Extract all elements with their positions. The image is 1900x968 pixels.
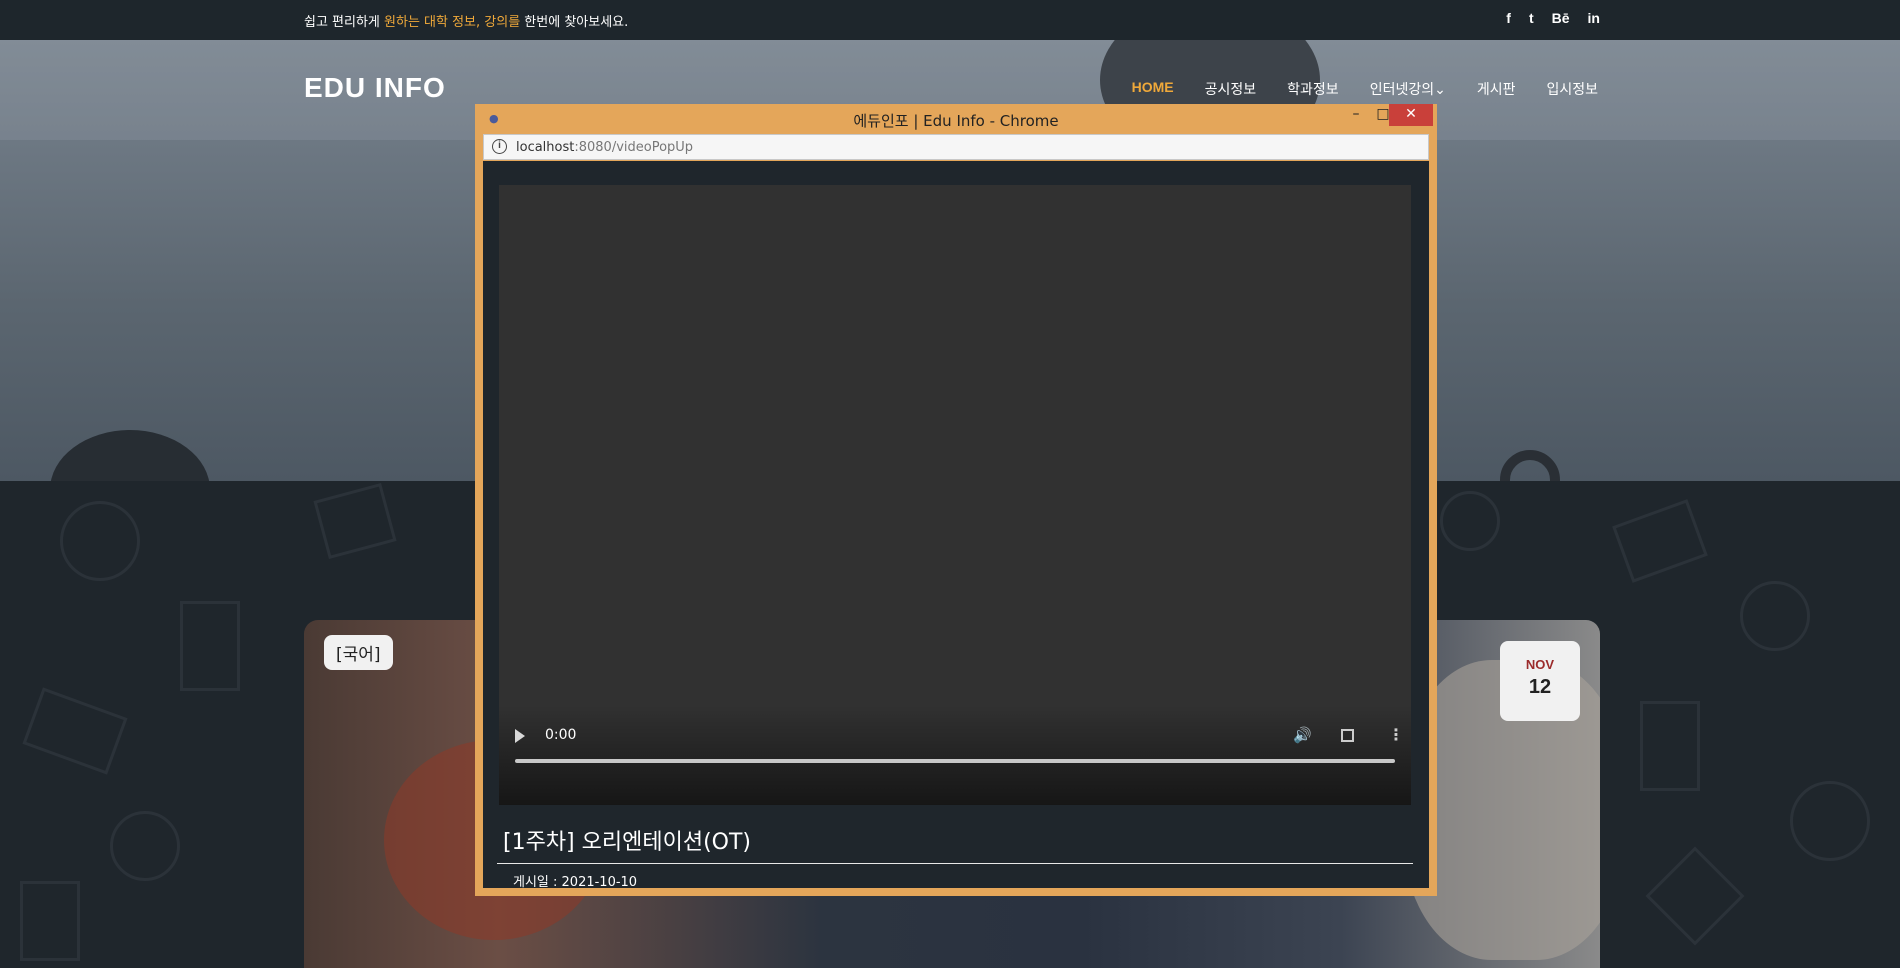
facebook-icon[interactable]: f	[1506, 10, 1511, 26]
hero-figure	[50, 430, 210, 481]
hero-figure	[1500, 450, 1560, 481]
date-badge: NOV 12	[1500, 641, 1580, 721]
play-icon[interactable]	[515, 729, 525, 743]
nav-home[interactable]: HOME	[1132, 79, 1174, 99]
date-day: 12	[1528, 676, 1552, 698]
video-player[interactable]: 0:00 🔊 ⋮	[499, 185, 1411, 805]
tagline-pre: 쉽고 편리하게	[304, 15, 385, 30]
pattern-decoration	[1645, 846, 1745, 946]
nav-admission[interactable]: 입시정보	[1546, 79, 1598, 99]
social-links: f t Bē in	[1506, 10, 1600, 26]
pattern-decoration	[313, 482, 397, 560]
nav-board[interactable]: 게시판	[1477, 79, 1516, 99]
subject-tag: [국어]	[324, 635, 393, 670]
top-info-bar: 쉽고 편리하게 원하는 대학 정보, 강의를 한번에 찾아보세요. f t Bē…	[0, 0, 1900, 40]
tagline-highlight: 원하는 대학 정보, 강의를	[384, 15, 521, 30]
video-progress-bar[interactable]	[515, 759, 1395, 763]
info-icon[interactable]: i	[492, 139, 507, 154]
pattern-decoration	[1740, 581, 1810, 651]
main-nav: HOME 공시정보 학과정보 인터넷강의⌄ 게시판 입시정보	[1132, 79, 1598, 99]
nav-online-lecture[interactable]: 인터넷강의⌄	[1370, 79, 1446, 99]
site-logo[interactable]: EDU INFO	[304, 72, 446, 104]
nav-disclosure[interactable]: 공시정보	[1205, 79, 1257, 99]
tagline: 쉽고 편리하게 원하는 대학 정보, 강의를 한번에 찾아보세요.	[304, 11, 628, 30]
post-date: 게시일 : 2021-10-10	[513, 875, 638, 888]
linkedin-icon[interactable]: in	[1588, 10, 1600, 26]
window-titlebar[interactable]: ● 에듀인포 | Edu Info - Chrome – □ ✕	[475, 104, 1437, 134]
address-bar[interactable]: i localhost:8080/videoPopUp	[483, 134, 1429, 160]
pattern-decoration	[180, 601, 240, 691]
pattern-decoration	[110, 811, 180, 881]
tagline-post: 한번에 찾아보세요.	[520, 15, 629, 30]
divider	[497, 863, 1413, 864]
pattern-decoration	[1640, 701, 1700, 791]
fullscreen-icon[interactable]	[1341, 729, 1354, 742]
nav-department[interactable]: 학과정보	[1287, 79, 1339, 99]
window-title: 에듀인포 | Edu Info - Chrome	[853, 112, 1059, 130]
video-controls-bg	[499, 705, 1411, 805]
pattern-decoration	[60, 501, 140, 581]
video-popup-window: ● 에듀인포 | Edu Info - Chrome – □ ✕ i local…	[475, 104, 1437, 896]
minimize-button[interactable]: –	[1342, 104, 1370, 126]
behance-icon[interactable]: Bē	[1552, 10, 1570, 26]
url-host: localhost	[516, 140, 575, 155]
more-icon[interactable]: ⋮	[1388, 725, 1404, 744]
date-month: NOV	[1525, 657, 1555, 672]
pattern-decoration	[1612, 499, 1708, 583]
url-path: :8080/videoPopUp	[574, 140, 694, 155]
url-text[interactable]: localhost:8080/videoPopUp	[516, 140, 693, 155]
close-button[interactable]: ✕	[1389, 104, 1433, 126]
pattern-decoration	[20, 881, 80, 961]
pattern-decoration	[22, 687, 128, 775]
video-time: 0:00	[545, 727, 577, 743]
pattern-decoration	[1790, 781, 1870, 861]
twitter-icon[interactable]: t	[1529, 10, 1534, 26]
video-title: [1주차] 오리엔테이션(OT)	[503, 830, 751, 855]
volume-icon[interactable]: 🔊	[1293, 726, 1312, 744]
popup-content: 0:00 🔊 ⋮ [1주차] 오리엔테이션(OT) 게시일 : 2021-10-…	[483, 161, 1429, 888]
pattern-decoration	[1440, 491, 1500, 551]
